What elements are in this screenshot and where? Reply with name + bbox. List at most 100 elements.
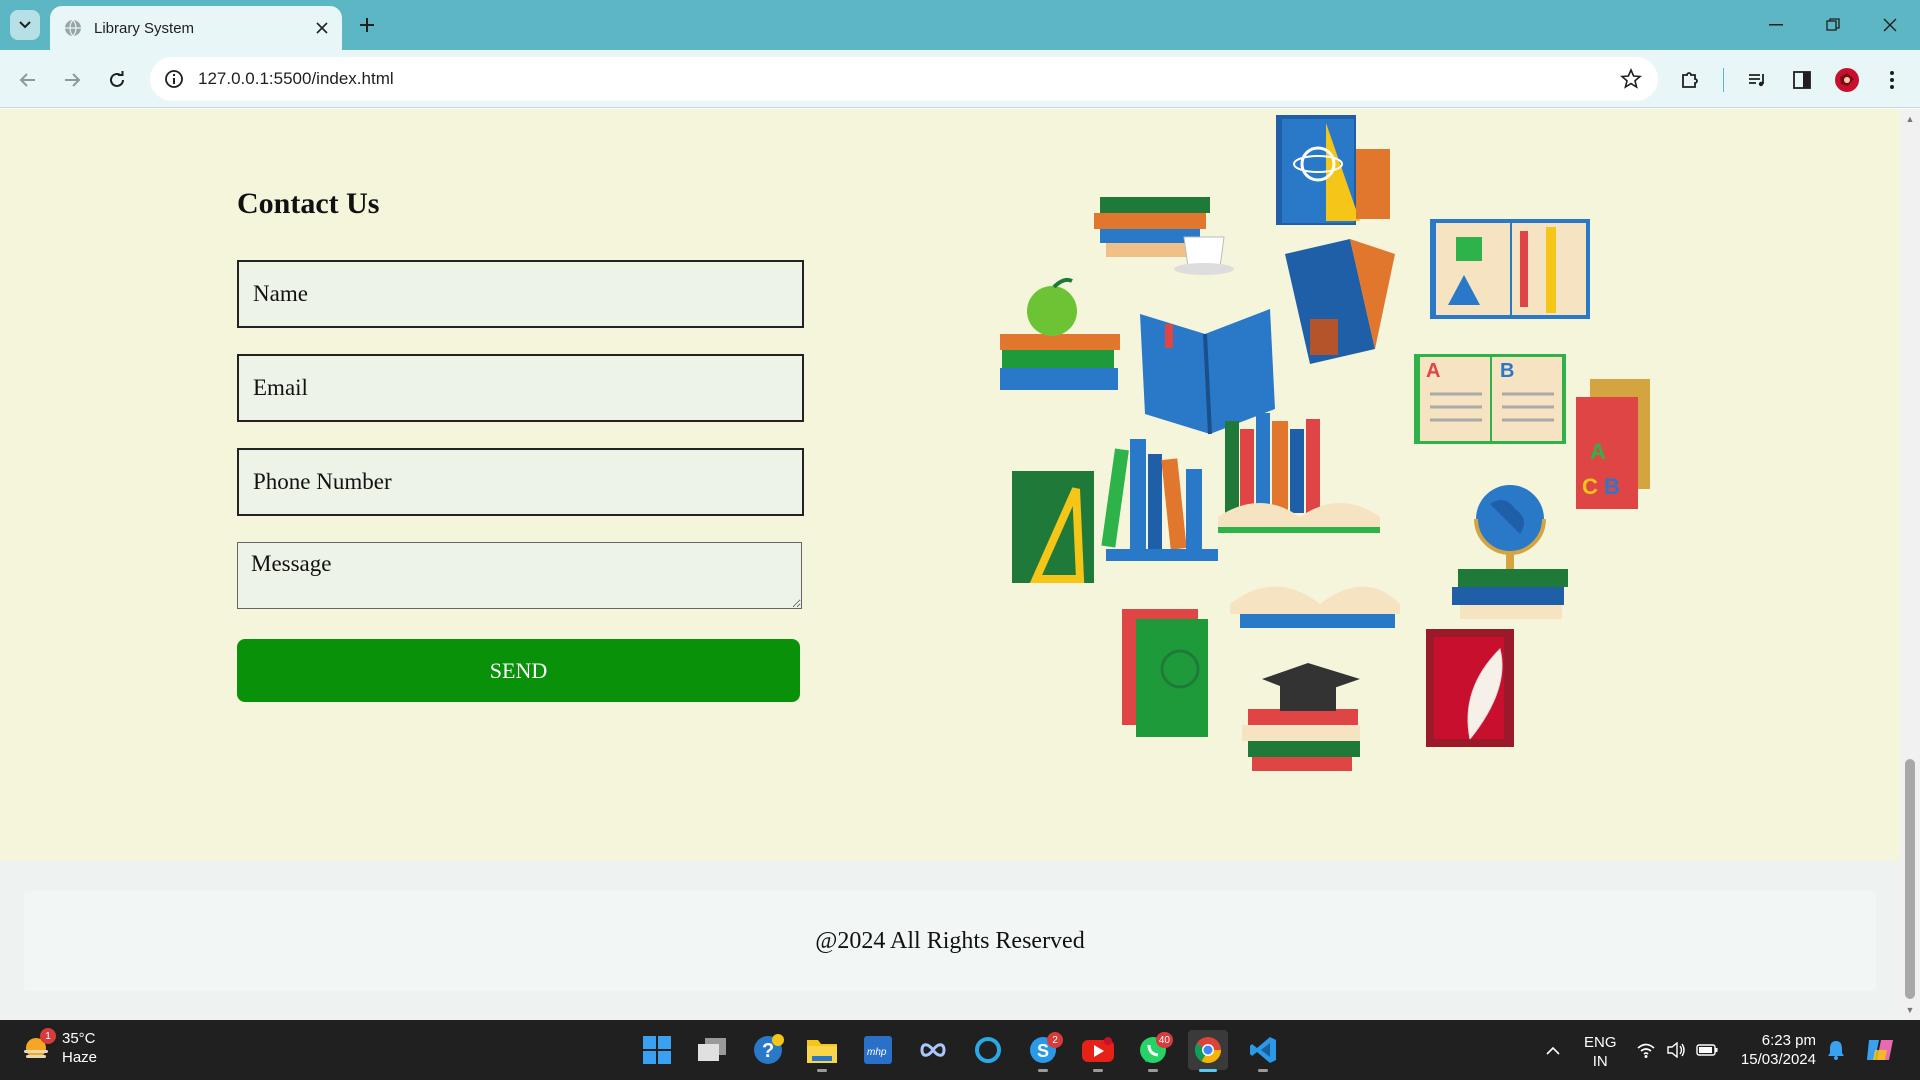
media-button[interactable] bbox=[1741, 64, 1773, 96]
weather-desc: Haze bbox=[62, 1049, 98, 1066]
footer: @2024 All Rights Reserved bbox=[0, 861, 1900, 1020]
app-running-indicator bbox=[1258, 1069, 1268, 1072]
language-indicator[interactable]: ENG IN bbox=[1584, 1033, 1617, 1071]
scroll-thumb[interactable] bbox=[1905, 759, 1915, 999]
chrome-app[interactable] bbox=[1188, 1030, 1228, 1072]
book-globe bbox=[1452, 485, 1568, 619]
side-panel-button[interactable] bbox=[1786, 64, 1818, 96]
vpn-app[interactable]: mhp bbox=[858, 1030, 898, 1070]
svg-text:C: C bbox=[1582, 474, 1598, 499]
close-icon bbox=[1883, 18, 1897, 32]
taskbar-clock[interactable]: 6:23 pm 15/03/2024 bbox=[1736, 1031, 1816, 1069]
address-bar[interactable]: 127.0.0.1:5500/index.html bbox=[150, 57, 1658, 101]
skype-app[interactable]: S 2 bbox=[1023, 1030, 1063, 1072]
help-app[interactable]: ? bbox=[748, 1030, 788, 1070]
show-hidden-icons-button[interactable] bbox=[1540, 1020, 1566, 1080]
message-textarea[interactable] bbox=[237, 542, 802, 609]
more-icon bbox=[1889, 70, 1895, 90]
weather-temp: 35°C bbox=[62, 1030, 96, 1047]
cortana-app[interactable] bbox=[968, 1030, 1008, 1070]
notifications-button[interactable] bbox=[1824, 1020, 1848, 1080]
minimize-icon bbox=[1769, 24, 1783, 26]
send-button[interactable]: SEND bbox=[237, 639, 800, 702]
copyright-text: @2024 All Rights Reserved bbox=[815, 927, 1085, 954]
minimize-button[interactable] bbox=[1748, 0, 1804, 50]
more-menu-button[interactable] bbox=[1876, 64, 1908, 96]
extensions-icon bbox=[1679, 69, 1701, 91]
battery-button[interactable] bbox=[1694, 1020, 1720, 1080]
vscode-icon bbox=[1248, 1035, 1278, 1065]
book-triangle bbox=[1012, 471, 1094, 583]
scroll-up-arrow[interactable]: ▲ bbox=[1900, 111, 1920, 127]
whatsapp-app[interactable]: 40 bbox=[1133, 1030, 1173, 1072]
email-input[interactable] bbox=[237, 354, 804, 422]
page-viewport: Contact Us SEND bbox=[0, 109, 1900, 1020]
app-running-indicator bbox=[817, 1069, 827, 1072]
book-stack-cup bbox=[1094, 197, 1234, 275]
book-abc-closed: A C B bbox=[1576, 379, 1650, 509]
tab-title: Library System bbox=[94, 19, 195, 37]
close-icon[interactable] bbox=[316, 22, 328, 34]
skype-badge: 2 bbox=[1047, 1032, 1063, 1048]
restore-icon bbox=[1826, 18, 1840, 32]
name-input[interactable] bbox=[237, 260, 804, 328]
sidepanel-icon bbox=[1792, 70, 1812, 90]
forward-button[interactable] bbox=[57, 65, 87, 95]
reload-button[interactable] bbox=[102, 65, 132, 95]
browser-tab-active[interactable]: Library System bbox=[50, 6, 342, 50]
svg-text:A: A bbox=[1590, 439, 1606, 464]
weather-widget[interactable]: 1 35°C Haze bbox=[20, 1028, 97, 1067]
weather-badge: 1 bbox=[40, 1028, 56, 1044]
book-geometry-open bbox=[1430, 219, 1590, 319]
book-graduation bbox=[1242, 663, 1360, 771]
reload-icon bbox=[108, 71, 126, 89]
app-active-indicator bbox=[1199, 1069, 1217, 1072]
browser-tab-bar: Library System bbox=[0, 0, 1920, 50]
address-url[interactable]: 127.0.0.1:5500/index.html bbox=[198, 69, 1658, 89]
youtube-app[interactable] bbox=[1078, 1030, 1118, 1072]
task-view-icon bbox=[697, 1037, 727, 1063]
books-standing bbox=[1101, 439, 1218, 561]
weather-icon: 1 bbox=[20, 1028, 56, 1064]
book-stack-apple bbox=[1000, 277, 1120, 390]
vscode-app[interactable] bbox=[1243, 1030, 1283, 1072]
file-explorer-app[interactable] bbox=[802, 1030, 842, 1072]
svg-text:B: B bbox=[1604, 474, 1620, 499]
task-view-button[interactable] bbox=[692, 1030, 732, 1070]
profile-button[interactable] bbox=[1831, 64, 1863, 96]
book-dictionary bbox=[1140, 309, 1275, 435]
tab-search-button[interactable] bbox=[10, 10, 40, 40]
back-button[interactable] bbox=[13, 65, 43, 95]
svg-text:B: B bbox=[1500, 360, 1514, 382]
language-line1: ENG bbox=[1584, 1034, 1617, 1051]
phone-input[interactable] bbox=[237, 448, 804, 516]
wifi-button[interactable] bbox=[1634, 1020, 1658, 1080]
toolbar-divider bbox=[1723, 68, 1724, 92]
book-green-red bbox=[1122, 609, 1208, 737]
meta-app[interactable] bbox=[913, 1030, 953, 1070]
copilot-button[interactable] bbox=[1862, 1020, 1898, 1080]
svg-text:A: A bbox=[1426, 360, 1440, 382]
book-open-shelf bbox=[1218, 413, 1380, 533]
contact-title: Contact Us bbox=[237, 187, 380, 220]
restore-button[interactable] bbox=[1805, 0, 1861, 50]
app-running-indicator bbox=[1148, 1069, 1158, 1072]
star-icon[interactable] bbox=[1620, 68, 1642, 90]
extensions-button[interactable] bbox=[1674, 64, 1706, 96]
volume-button[interactable] bbox=[1664, 1020, 1688, 1080]
youtube-icon bbox=[1081, 1037, 1115, 1063]
close-window-button[interactable] bbox=[1862, 0, 1918, 50]
back-icon bbox=[19, 71, 37, 89]
windows-taskbar: 1 35°C Haze ? mhp S 2 40 ENG IN 6:23 pm … bbox=[0, 1020, 1920, 1080]
clock-time: 6:23 pm bbox=[1761, 1032, 1816, 1049]
weather-text: 35°C Haze bbox=[62, 1029, 97, 1067]
scroll-down-arrow[interactable]: ▼ bbox=[1900, 1002, 1920, 1018]
file-explorer-icon bbox=[806, 1036, 838, 1064]
start-button[interactable] bbox=[637, 1030, 677, 1070]
chrome-icon bbox=[1193, 1035, 1223, 1065]
page-scrollbar[interactable]: ▲ ▼ bbox=[1900, 109, 1920, 1020]
app-running-indicator bbox=[1093, 1069, 1103, 1072]
new-tab-button[interactable] bbox=[354, 12, 380, 38]
site-info-icon[interactable] bbox=[164, 69, 184, 89]
vpn-icon: mhp bbox=[863, 1035, 893, 1065]
